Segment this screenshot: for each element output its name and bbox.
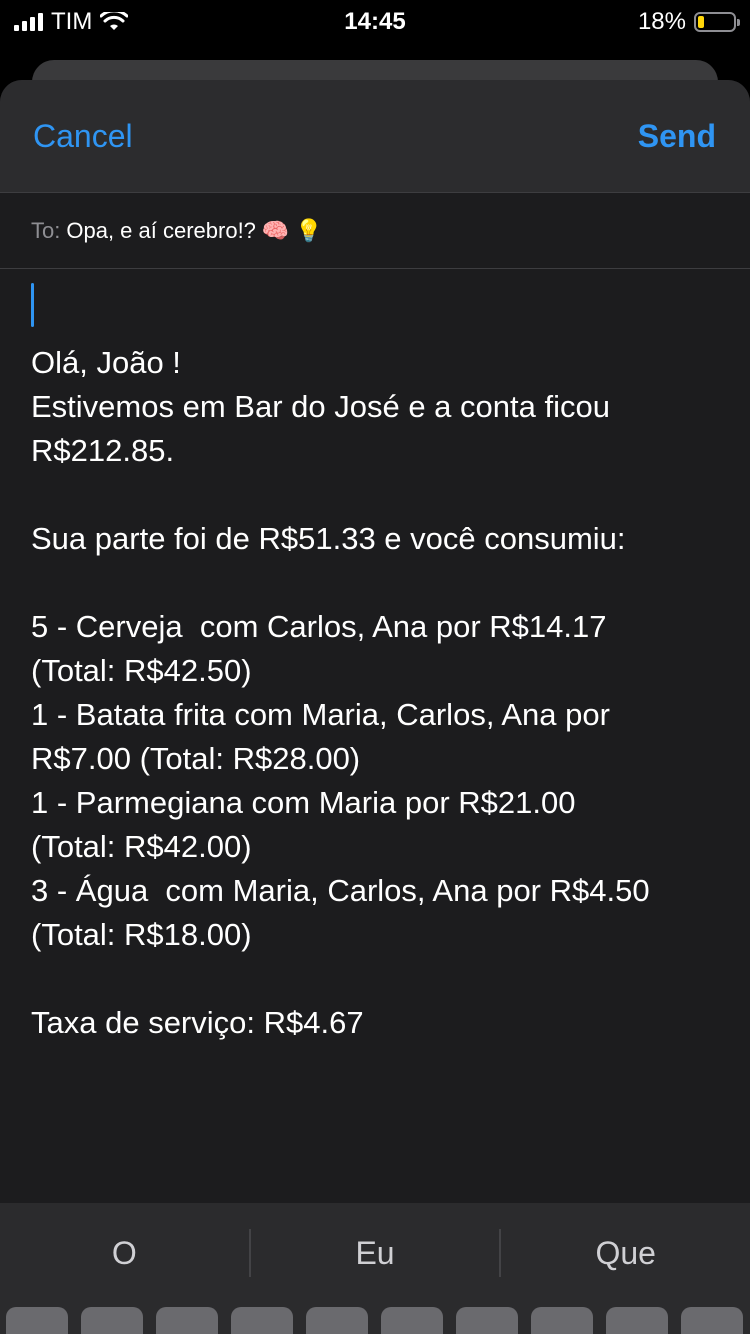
- keyboard-key[interactable]: [231, 1307, 293, 1334]
- body-line: 1 - Parmegiana com Maria por R$21.00: [31, 785, 576, 820]
- body-line: Sua parte foi de R$51.33 e você consumiu…: [31, 521, 626, 556]
- keyboard-key[interactable]: [606, 1307, 668, 1334]
- body-line: (Total: R$42.00): [31, 829, 252, 864]
- suggestion-1[interactable]: O: [0, 1203, 249, 1303]
- wifi-icon: [100, 12, 129, 30]
- battery-level-fill: [698, 16, 705, 28]
- keyboard-key[interactable]: [6, 1307, 68, 1334]
- body-line: Estivemos em Bar do José e a conta ficou: [31, 389, 610, 424]
- keyboard-key[interactable]: [681, 1307, 743, 1334]
- body-line: [31, 957, 720, 1001]
- body-line: 3 - Água com Maria, Carlos, Ana por R$4.…: [31, 873, 650, 908]
- status-bar: TIM 14:45 18%: [0, 0, 750, 44]
- compose-nav-bar: Cancel Send: [0, 80, 750, 193]
- to-field[interactable]: To: Opa, e aí cerebro!? 🧠 💡: [0, 193, 750, 269]
- suggestion-2[interactable]: Eu: [251, 1203, 500, 1303]
- suggestion-3[interactable]: Que: [501, 1203, 750, 1303]
- message-body[interactable]: Olá, João ! Estivemos em Bar do José e a…: [0, 269, 750, 1206]
- status-right: 18%: [637, 8, 740, 36]
- body-line: Olá, João !: [31, 345, 181, 380]
- text-cursor: [31, 283, 34, 327]
- lightbulb-emoji-icon: 💡: [295, 217, 323, 243]
- battery-icon: [694, 12, 740, 32]
- predictive-text-bar: O Eu Que: [0, 1203, 750, 1303]
- cancel-button[interactable]: Cancel: [33, 118, 133, 155]
- to-label: To:: [31, 217, 61, 243]
- screen: TIM 14:45 18% Cancel Send To: Opa, e aí …: [0, 0, 750, 1334]
- body-line: Taxa de serviço: R$4.67: [31, 1005, 364, 1040]
- brain-emoji-icon: 🧠: [261, 217, 290, 243]
- body-line: [31, 473, 720, 517]
- keyboard-key[interactable]: [531, 1307, 593, 1334]
- body-line: 1 - Batata frita com Maria, Carlos, Ana …: [31, 697, 610, 732]
- body-line: [31, 561, 720, 605]
- body-line: (Total: R$42.50): [31, 653, 252, 688]
- keyboard-key[interactable]: [81, 1307, 143, 1334]
- send-button[interactable]: Send: [638, 118, 716, 155]
- keyboard-key[interactable]: [456, 1307, 518, 1334]
- keyboard-key-row: [0, 1307, 750, 1334]
- body-line: R$212.85.: [31, 433, 175, 468]
- mail-compose-sheet: Cancel Send To: Opa, e aí cerebro!? 🧠 💡 …: [0, 80, 750, 1334]
- to-value: Opa, e aí cerebro!?: [66, 217, 256, 243]
- keyboard-key[interactable]: [156, 1307, 218, 1334]
- cellular-signal-icon: [14, 13, 43, 31]
- body-line: 5 - Cerveja com Carlos, Ana por R$14.17: [31, 609, 607, 644]
- body-line: (Total: R$18.00): [31, 917, 252, 952]
- keyboard-key[interactable]: [381, 1307, 443, 1334]
- battery-percent: 18%: [637, 8, 686, 35]
- keyboard-key[interactable]: [306, 1307, 368, 1334]
- keyboard: O Eu Que: [0, 1203, 750, 1334]
- status-left: TIM: [14, 8, 129, 36]
- body-line: R$7.00 (Total: R$28.00): [31, 741, 361, 776]
- carrier-name: TIM: [51, 8, 93, 35]
